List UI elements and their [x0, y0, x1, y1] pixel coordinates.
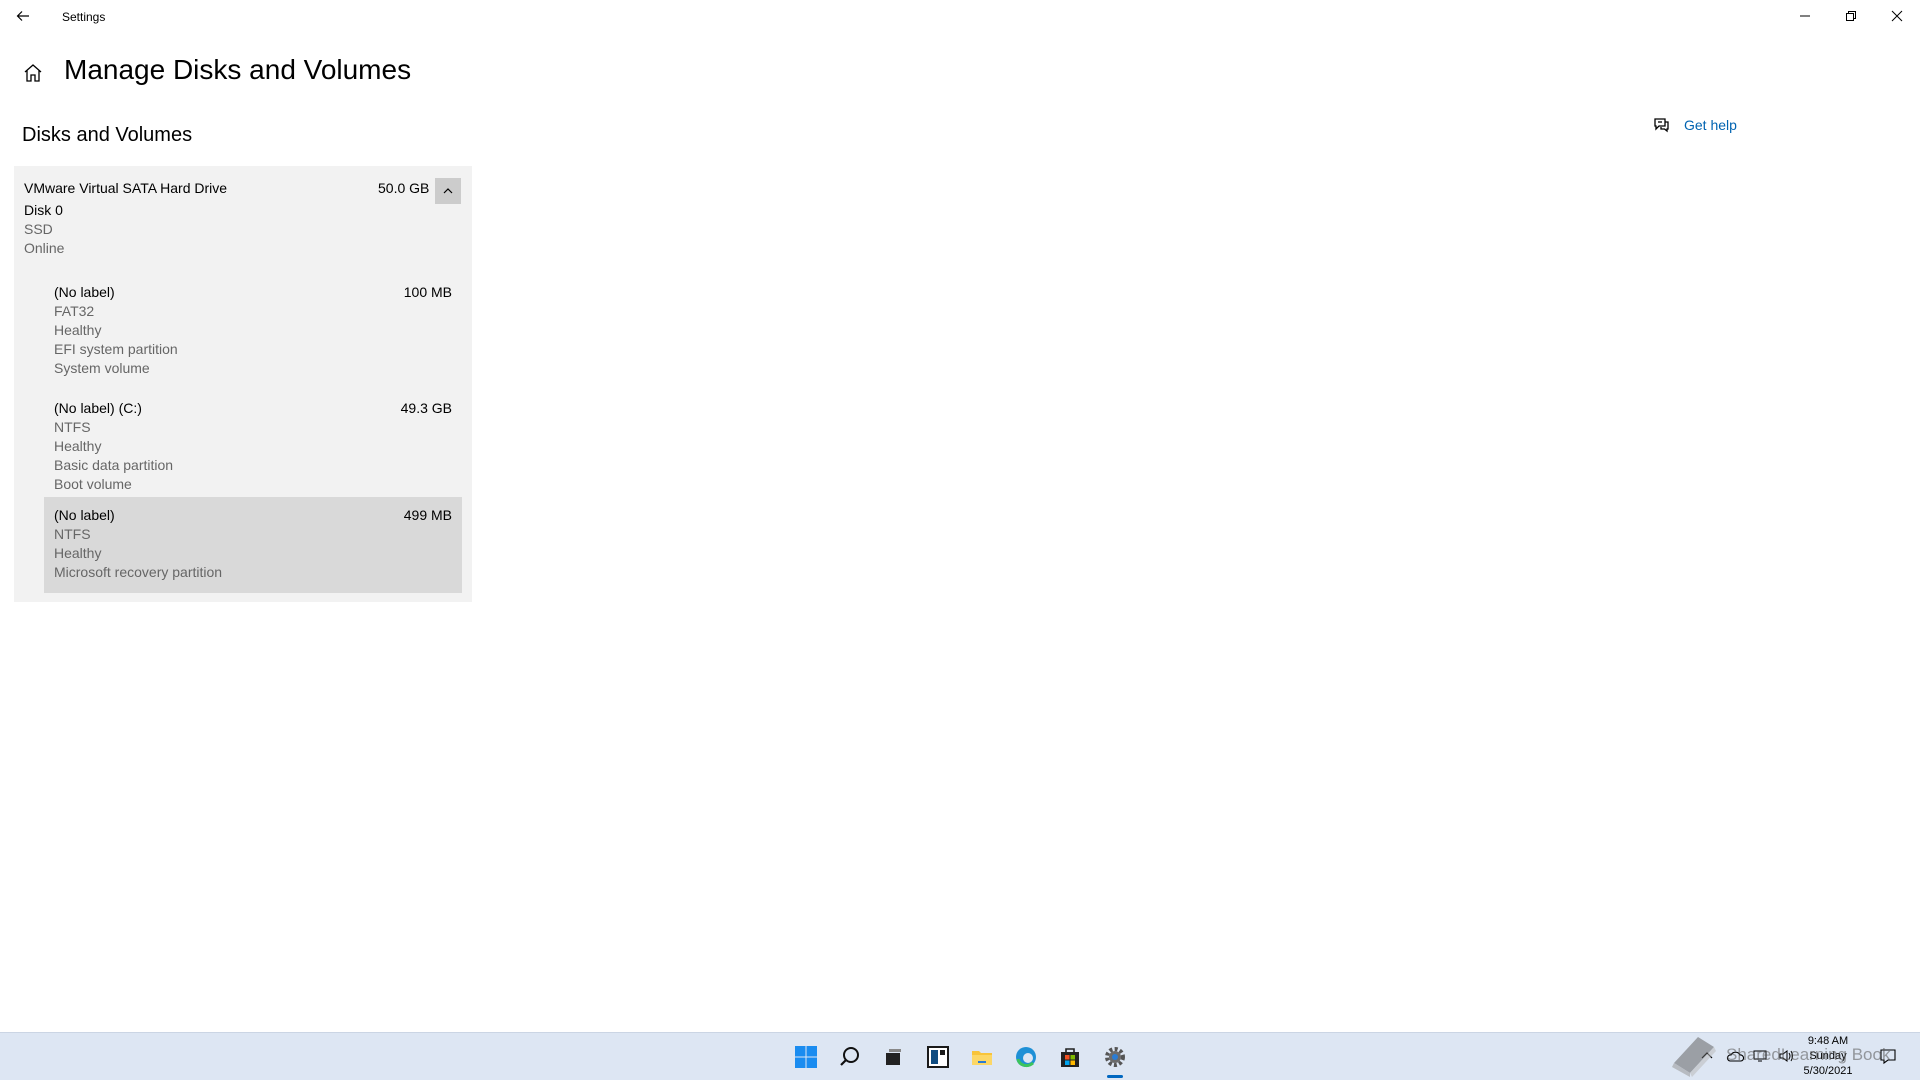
search-icon: [840, 1047, 859, 1066]
clock-time: 9:48 AM: [1807, 1034, 1849, 1047]
volume-item-selected[interactable]: (No label) 499 MB NTFS Healthy Microsoft…: [44, 497, 462, 593]
disk-id: Disk 0: [24, 202, 63, 218]
volume-partition-type: EFI system partition: [54, 341, 178, 357]
volume-health: Healthy: [54, 322, 102, 338]
disk-header[interactable]: VMware Virtual SATA Hard Drive 50.0 GB D…: [14, 166, 472, 260]
onedrive-icon[interactable]: [1726, 1049, 1744, 1063]
volume-item[interactable]: (No label) (C:) 49.3 GB NTFS Healthy Bas…: [44, 390, 462, 506]
disk-status: Online: [24, 240, 65, 256]
back-button[interactable]: [0, 0, 46, 32]
disk-type: SSD: [24, 221, 53, 237]
notifications-button[interactable]: [1872, 1040, 1904, 1072]
start-icon: [795, 1046, 817, 1068]
volume-health: Healthy: [54, 545, 102, 561]
edge-button[interactable]: [1010, 1041, 1042, 1073]
volume-filesystem: FAT32: [54, 303, 95, 319]
taskbar: [0, 1032, 1920, 1080]
volume-size: 49.3 GB: [400, 400, 452, 416]
file-explorer-button[interactable]: [966, 1041, 998, 1073]
volume-partition-type: Microsoft recovery partition: [54, 564, 223, 580]
store-icon: [1061, 1048, 1079, 1067]
get-help-link[interactable]: Get help: [1652, 116, 1737, 134]
settings-icon: [1105, 1047, 1125, 1067]
active-app-indicator: [1107, 1075, 1123, 1078]
volume-role: System volume: [54, 360, 150, 376]
widgets-button[interactable]: [922, 1041, 954, 1073]
chevron-up-icon: [443, 188, 453, 194]
notification-icon: [1880, 1049, 1896, 1065]
volume-role: Boot volume: [54, 476, 132, 492]
title-bar: Settings: [0, 0, 1920, 32]
close-icon: [1891, 10, 1903, 22]
volume-label: (No label): [54, 507, 115, 523]
home-button[interactable]: [18, 58, 48, 88]
restore-icon: [1846, 11, 1856, 21]
edge-icon: [1016, 1047, 1036, 1068]
disk-panel: VMware Virtual SATA Hard Drive 50.0 GB D…: [14, 166, 472, 602]
close-button[interactable]: [1874, 0, 1920, 32]
volume-health: Healthy: [54, 438, 102, 454]
widgets-icon: [927, 1046, 949, 1068]
network-icon[interactable]: [1752, 1049, 1770, 1063]
search-button[interactable]: [834, 1041, 866, 1073]
help-chat-icon: [1654, 118, 1669, 133]
file-explorer-icon: [972, 1051, 992, 1065]
get-help-label[interactable]: Get help: [1684, 117, 1737, 133]
taskbar-clock[interactable]: 9:48 AM Sunday 5/30/2021: [1778, 1032, 1878, 1080]
minimize-icon: [1800, 15, 1810, 17]
collapse-button[interactable]: [435, 178, 461, 204]
volume-label: (No label): [54, 284, 115, 300]
clock-date: 5/30/2021: [1803, 1064, 1853, 1077]
page-title: Manage Disks and Volumes: [64, 54, 412, 85]
volume-filesystem: NTFS: [54, 526, 91, 542]
volume-partition-type: Basic data partition: [54, 457, 174, 473]
volume-size: 499 MB: [403, 507, 452, 523]
volume-label: (No label) (C:): [54, 400, 142, 416]
chevron-up-icon[interactable]: [1700, 1049, 1714, 1063]
disk-name: VMware Virtual SATA Hard Drive: [24, 180, 228, 196]
store-button[interactable]: [1054, 1041, 1086, 1073]
app-title: Settings: [62, 10, 106, 24]
minimize-button[interactable]: [1782, 0, 1828, 32]
volume-item[interactable]: (No label) 100 MB FAT32 Healthy EFI syst…: [44, 274, 462, 390]
home-icon: [24, 64, 42, 82]
settings-button[interactable]: [1099, 1041, 1131, 1073]
section-title: Disks and Volumes: [22, 124, 193, 146]
volume-filesystem: NTFS: [54, 419, 91, 435]
disk-size: 50.0 GB: [378, 180, 430, 196]
task-view-button[interactable]: [877, 1041, 909, 1073]
task-view-icon: [886, 1049, 901, 1065]
clock-day: Sunday: [1809, 1049, 1847, 1062]
start-button[interactable]: [790, 1041, 822, 1073]
back-arrow-icon: [16, 11, 29, 21]
restore-button[interactable]: [1828, 0, 1874, 32]
volume-size: 100 MB: [403, 284, 452, 300]
